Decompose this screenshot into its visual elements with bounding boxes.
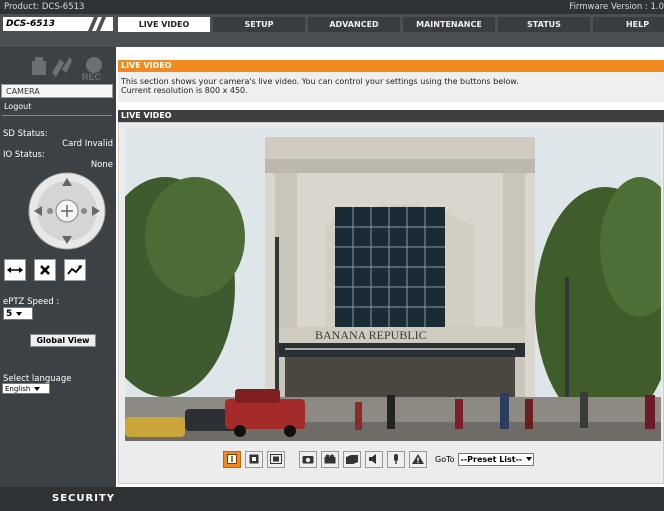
tab-live-video[interactable]: LIVE VIDEO [118,17,210,32]
record-icon [86,57,102,73]
record-button[interactable] [321,450,339,468]
io-status-value: None [90,160,113,170]
main-nav: LIVE VIDEO SETUP ADVANCED MAINTENANCE ST… [118,17,664,32]
divider [2,115,112,116]
video-toolbar: GoTo --Preset List-- [223,450,534,468]
auto-patrol-icon [67,265,82,275]
slash-logo-icon [88,17,106,31]
single-view-button[interactable] [223,450,241,468]
eptz-speed-value: 5 [6,309,13,319]
top-bar: Product: DCS-6513 Firmware Version : 1.0 [0,0,664,14]
live-video-panel: BANANA REPUBLIC GoTo --Preset List-- [118,122,664,484]
live-video-title: LIVE VIDEO [118,110,664,122]
single-view-icon [227,454,237,464]
rec-label: REC [82,72,102,81]
speaker-icon [369,454,376,464]
main-content: LIVE VIDEO This section shows your camer… [116,47,664,487]
tab-help[interactable]: HELP [593,17,664,32]
sd-status-value: Card Invalid [62,139,113,149]
folder-icon [346,455,358,464]
info-section-body: This section shows your camera's live vi… [118,72,664,102]
info-section-title: LIVE VIDEO [118,60,664,72]
header-bar: DCS-6513 LIVE VIDEO SETUP ADVANCED MAINT… [0,14,664,47]
current-resolution: Current resolution is 800 x 450. [121,86,248,95]
chevron-down-icon [34,387,41,391]
zoom-in-icon[interactable] [81,208,87,214]
fullscreen-button[interactable] [267,450,285,468]
camera-button[interactable]: CAMERA [1,84,113,98]
firmware-version: Firmware Version : 1.0 [569,2,664,12]
product-label: Product: DCS-6513 [4,2,85,12]
stop-button[interactable] [34,259,56,281]
ptz-control-buttons [4,259,112,281]
zoom-out-icon[interactable] [47,208,53,214]
dual-view-icon [249,454,259,464]
sd-status-label: SD Status: [3,129,48,139]
status-icons: REC [32,57,102,81]
storage-folder-button[interactable] [343,450,361,468]
live-video-feed[interactable]: BANANA REPUBLIC [125,127,661,441]
eptz-speed-label: ePTZ Speed : [3,297,60,307]
talk-microphone-button[interactable] [387,450,405,468]
eptz-speed-select[interactable]: 5 [3,307,33,320]
chevron-down-icon [526,457,533,461]
logout-link[interactable]: Logout [4,102,31,111]
preset-list-select[interactable]: --Preset List-- [457,452,534,466]
auto-patrol-button[interactable] [64,259,86,281]
language-select[interactable]: English [2,383,50,394]
warning-icon [412,454,424,464]
snapshot-button[interactable] [299,450,317,468]
listen-audio-button[interactable] [365,450,383,468]
sound-icon [52,57,72,77]
auto-pan-icon [7,267,23,273]
tab-advanced[interactable]: ADVANCED [308,17,400,32]
auto-pan-button[interactable] [4,259,26,281]
alarm-button[interactable] [409,450,427,468]
language-value: English [5,385,31,393]
footer-bar: SECURITY [0,487,664,511]
io-status-label: IO Status: [3,150,45,160]
camera-snapshot-icon [302,456,314,464]
sidebar: REC CAMERA Logout SD Status: Card Invali… [0,47,116,487]
info-description: This section shows your camera's live vi… [121,77,519,86]
dual-view-button[interactable] [245,450,263,468]
ptz-joystick[interactable] [28,172,106,250]
microphone-icon [394,454,398,464]
video-record-icon [324,454,336,464]
tab-status[interactable]: STATUS [498,17,590,32]
tab-maintenance[interactable]: MAINTENANCE [403,17,495,32]
global-view-button[interactable]: Global View [30,334,96,347]
motion-icon [32,57,46,75]
goto-label: GoTo [435,454,455,464]
storefront-sign: BANANA REPUBLIC [315,328,427,342]
chevron-down-icon [16,311,23,316]
preset-value: --Preset List-- [460,454,523,464]
footer-security-label: SECURITY [52,493,115,504]
fullscreen-icon [270,454,282,464]
stop-icon [40,265,50,275]
tab-setup[interactable]: SETUP [213,17,305,32]
